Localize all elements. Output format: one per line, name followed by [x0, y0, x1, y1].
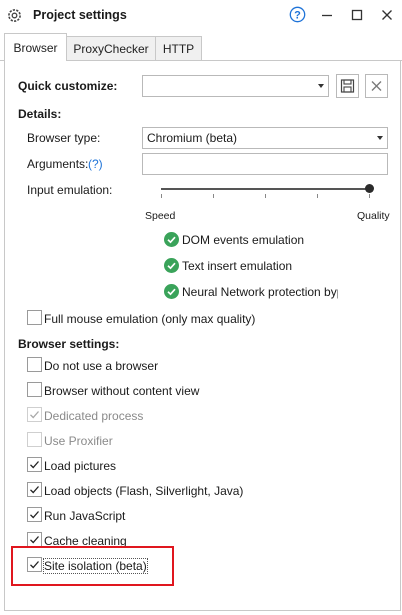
tab-proxychecker[interactable]: ProxyChecker: [66, 36, 156, 60]
load-objects-label: Load objects (Flash, Silverlight, Java): [44, 484, 244, 498]
browser-without-content-label: Browser without content view: [44, 384, 200, 398]
load-pictures-checkbox[interactable]: [27, 457, 42, 472]
tab-http[interactable]: HTTP: [155, 36, 202, 60]
save-icon: [340, 79, 355, 93]
run-javascript-checkbox[interactable]: [27, 507, 42, 522]
tab-bar: Browser ProxyChecker HTTP: [0, 33, 402, 61]
full-mouse-checkbox[interactable]: [27, 310, 42, 325]
browser-type-label: Browser type:: [27, 131, 101, 145]
feature-neural-network: Neural Network protection bypas: [182, 285, 338, 299]
do-not-use-browser-checkbox[interactable]: [27, 357, 42, 372]
slider-min-label: Speed: [145, 210, 176, 222]
arguments-help-link[interactable]: (?): [88, 157, 103, 171]
chevron-down-icon: [377, 136, 383, 140]
slider-tick: [161, 194, 162, 198]
arguments-input[interactable]: [142, 153, 388, 175]
clear-button[interactable]: [365, 74, 388, 98]
tab-browser[interactable]: Browser: [4, 33, 67, 61]
details-heading: Details:: [18, 107, 62, 121]
do-not-use-browser-label: Do not use a browser: [44, 359, 159, 373]
browser-type-select[interactable]: Chromium (beta): [142, 127, 388, 149]
close-x-icon: [371, 81, 382, 91]
green-check-icon: [164, 284, 179, 299]
browser-type-value: Chromium (beta): [147, 131, 238, 145]
checkmark-icon: [30, 536, 39, 544]
green-check-icon: [164, 232, 179, 247]
browser-settings-heading: Browser settings:: [18, 337, 120, 351]
title-bar: Project settings ?: [0, 0, 402, 31]
slider-tick: [317, 194, 318, 198]
full-mouse-label: Full mouse emulation (only max quality): [44, 312, 256, 326]
input-emulation-label: Input emulation:: [27, 183, 113, 197]
slider-tick: [369, 194, 370, 198]
minimize-icon[interactable]: [319, 7, 335, 23]
save-button[interactable]: [336, 74, 359, 98]
dedicated-process-checkbox[interactable]: [27, 407, 42, 422]
load-objects-checkbox[interactable]: [27, 482, 42, 497]
quick-customize-select[interactable]: [142, 75, 329, 97]
feature-text-insert: Text insert emulation: [182, 259, 293, 273]
slider-tick: [265, 194, 266, 198]
help-circle-icon[interactable]: ?: [289, 6, 306, 23]
chevron-down-icon: [318, 84, 324, 88]
input-emulation-slider-track[interactable]: [161, 188, 370, 190]
checkmark-icon: [30, 461, 39, 469]
gear-icon: [8, 9, 21, 22]
slider-max-label: Quality: [357, 210, 390, 222]
browser-without-content-checkbox[interactable]: [27, 382, 42, 397]
load-pictures-label: Load pictures: [44, 459, 117, 473]
run-javascript-label: Run JavaScript: [44, 509, 126, 523]
svg-text:?: ?: [294, 10, 301, 22]
feature-dom-events: DOM events emulation: [182, 233, 305, 247]
slider-tick: [213, 194, 214, 198]
checkmark-icon: [30, 511, 39, 519]
use-proxifier-label: Use Proxifier: [44, 434, 113, 448]
window-title: Project settings: [33, 8, 127, 22]
arguments-label: Arguments:: [27, 157, 89, 171]
dedicated-process-label: Dedicated process: [44, 409, 144, 423]
input-emulation-slider-thumb[interactable]: [365, 184, 374, 193]
cache-cleaning-checkbox[interactable]: [27, 532, 42, 547]
highlight-box: [11, 546, 174, 586]
close-icon[interactable]: [379, 7, 395, 23]
checkmark-icon: [30, 486, 39, 494]
maximize-icon[interactable]: [349, 7, 365, 23]
quick-customize-label: Quick customize:: [18, 79, 118, 93]
use-proxifier-checkbox[interactable]: [27, 432, 42, 447]
green-check-icon: [164, 258, 179, 273]
checkmark-icon: [30, 411, 39, 419]
